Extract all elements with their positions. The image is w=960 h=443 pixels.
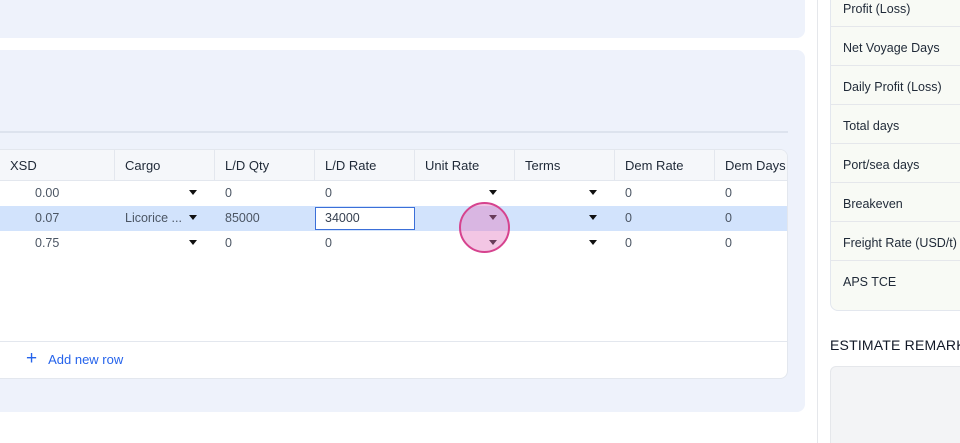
table-footer-divider [0, 341, 787, 342]
table-row-selected[interactable]: 0.07 Licorice ... 85000 34000 0 0 [0, 206, 787, 231]
summary-item-aps-tce: APS TCE [843, 275, 897, 289]
cell-dem-rate[interactable]: 0 [615, 206, 715, 231]
click-indicator [459, 202, 510, 253]
column-header-dem-days[interactable]: Dem Days [715, 150, 787, 181]
cell-dem-rate[interactable]: 0 [615, 181, 715, 206]
caret-down-icon[interactable] [589, 190, 597, 195]
caret-down-icon[interactable] [189, 240, 197, 245]
summary-item-total-days: Total days [843, 119, 900, 133]
caret-down-icon[interactable] [189, 215, 197, 220]
cell-ld-qty[interactable]: 85000 [215, 206, 315, 231]
voyage-summary-card: Profit (Loss) Net Voyage Days Daily Prof… [830, 0, 960, 311]
cell-dem-rate[interactable]: 0 [615, 231, 715, 256]
column-header-ld-qty[interactable]: L/D Qty [215, 150, 315, 181]
sidebar-divider [817, 0, 818, 443]
summary-separator [831, 104, 960, 105]
cell-dem-days[interactable]: 0 [715, 206, 787, 231]
caret-down-icon[interactable] [589, 215, 597, 220]
column-header-unit-rate[interactable]: Unit Rate [415, 150, 515, 181]
summary-item-freight-rate: Freight Rate (USD/t) [843, 236, 957, 250]
column-header-terms[interactable]: Terms [515, 150, 615, 181]
estimate-remarks-title: ESTIMATE REMARK [830, 337, 960, 353]
section-divider [0, 131, 788, 133]
column-header-xsd[interactable]: XSD [0, 150, 115, 181]
summary-separator [831, 143, 960, 144]
cell-ld-qty[interactable]: 0 [215, 181, 315, 206]
cell-dem-days[interactable]: 0 [715, 181, 787, 206]
cell-cargo[interactable] [115, 231, 183, 256]
plus-icon: + [26, 348, 38, 369]
cell-ld-rate[interactable]: 0 [315, 181, 415, 206]
ld-rate-input[interactable]: 34000 [315, 207, 415, 230]
summary-item-net-voyage-days: Net Voyage Days [843, 41, 940, 55]
add-new-row-button[interactable]: + Add new row [26, 348, 124, 369]
cell-ld-qty[interactable]: 0 [215, 231, 315, 256]
table-row[interactable]: 0.75 0 0 0 0 [0, 231, 787, 256]
summary-separator [831, 26, 960, 27]
caret-down-icon[interactable] [189, 190, 197, 195]
cell-terms[interactable] [515, 206, 575, 231]
table-header: XSD Cargo L/D Qty L/D Rate Unit Rate Ter… [0, 150, 787, 181]
add-new-row-label: Add new row [48, 351, 124, 367]
cell-terms[interactable] [515, 181, 575, 206]
cell-terms[interactable] [515, 231, 575, 256]
summary-item-profit-loss: Profit (Loss) [843, 2, 911, 16]
cell-dem-days[interactable]: 0 [715, 231, 787, 256]
cell-unit-rate[interactable] [415, 181, 475, 206]
summary-item-daily-profit-loss: Daily Profit (Loss) [843, 80, 942, 94]
column-header-cargo[interactable]: Cargo [115, 150, 215, 181]
cell-ld-rate[interactable]: 0 [315, 231, 415, 256]
caret-down-icon[interactable] [489, 190, 497, 195]
summary-item-port-sea-days: Port/sea days [843, 158, 920, 172]
cell-cargo[interactable] [115, 181, 183, 206]
summary-separator [831, 65, 960, 66]
cell-xsd[interactable]: 0.07 [25, 206, 115, 231]
cargo-table: XSD Cargo L/D Qty L/D Rate Unit Rate Ter… [0, 149, 788, 379]
estimate-remarks-textarea[interactable] [830, 366, 960, 443]
summary-separator [831, 260, 960, 261]
summary-separator [831, 221, 960, 222]
cell-xsd[interactable]: 0.75 [25, 231, 115, 256]
cell-xsd[interactable]: 0.00 [25, 181, 115, 206]
caret-down-icon[interactable] [589, 240, 597, 245]
table-row[interactable]: 0.00 0 0 0 0 [0, 181, 787, 206]
column-header-dem-rate[interactable]: Dem Rate [615, 150, 715, 181]
top-panel [0, 0, 805, 38]
summary-item-breakeven: Breakeven [843, 197, 903, 211]
column-header-ld-rate[interactable]: L/D Rate [315, 150, 415, 181]
summary-separator [831, 182, 960, 183]
cell-cargo[interactable]: Licorice ... [115, 206, 183, 231]
